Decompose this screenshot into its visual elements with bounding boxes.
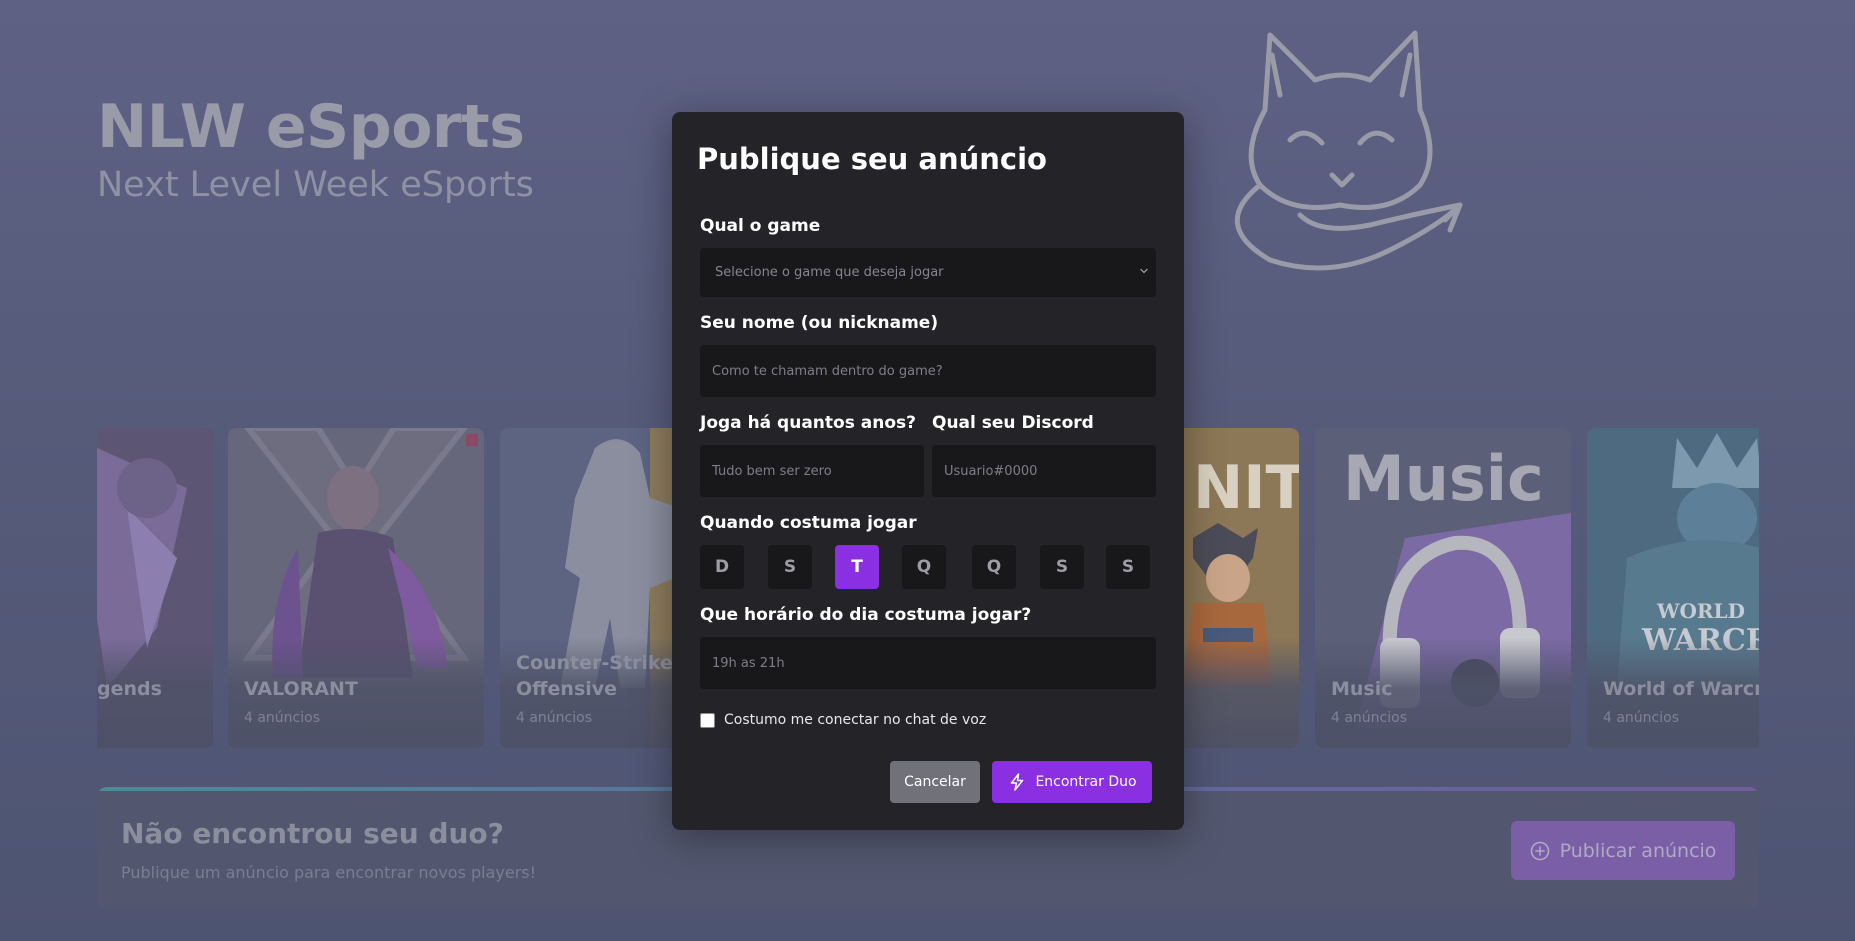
years-label: Joga há quantos anos? [700, 413, 916, 433]
game-card-lol[interactable]: gends [97, 428, 213, 748]
discord-input[interactable] [932, 445, 1156, 497]
day-toggle-wednesday[interactable]: Q [902, 545, 946, 589]
day-toggle-friday[interactable]: S [1040, 545, 1084, 589]
banner-subtitle: Publique um anúncio para encontrar novos… [121, 863, 537, 882]
hours-input[interactable] [700, 637, 1156, 689]
game-ads-count: 4 anúncios [1331, 710, 1408, 726]
day-toggle-tuesday[interactable]: T [835, 545, 879, 589]
game-label: Qual o game [700, 216, 821, 236]
cancel-button[interactable]: Cancelar [890, 761, 980, 803]
voice-chat-option[interactable]: Costumo me conectar no chat de voz [700, 712, 986, 728]
game-name: Music [1331, 678, 1393, 700]
discord-label: Qual seu Discord [932, 413, 1094, 433]
game-ads-count: 4 anúncios [1603, 710, 1680, 726]
publish-ad-button[interactable]: Publicar anúncio [1511, 821, 1735, 880]
find-duo-label: Encontrar Duo [1035, 774, 1137, 790]
game-select[interactable]: Selecione o game que deseja jogar [700, 248, 1156, 297]
chevron-down-icon [1140, 268, 1148, 274]
svg-text:NITE: NITE [1193, 453, 1299, 523]
day-toggle-monday[interactable]: S [768, 545, 812, 589]
game-ads-count: 4 anúncios [244, 710, 321, 726]
name-input[interactable] [700, 345, 1156, 397]
game-name: World of Warcraft [1603, 678, 1759, 700]
weekday-toggle-group: D S T Q Q S S [700, 545, 1156, 589]
voice-chat-label: Costumo me conectar no chat de voz [724, 712, 987, 728]
game-ads-count: 4 anúncios [516, 710, 593, 726]
game-card-wow[interactable]: WORLD WARCRAFT World of Warcraft 4 anúnc… [1587, 428, 1759, 748]
banner-title: Não encontrou seu duo? [121, 817, 504, 850]
days-label: Quando costuma jogar [700, 513, 917, 533]
name-label: Seu nome (ou nickname) [700, 313, 939, 333]
modal-title: Publique seu anúncio [697, 142, 1047, 176]
hero-title: NLW eSports [97, 92, 525, 162]
years-input[interactable] [700, 445, 924, 497]
game-name: gends [97, 678, 162, 700]
create-ad-modal: Publique seu anúncio Qual o game Selecio… [672, 112, 1184, 830]
find-duo-button[interactable]: Encontrar Duo [992, 761, 1152, 803]
day-toggle-thursday[interactable]: Q [972, 545, 1016, 589]
game-card-music[interactable]: Music Music 4 anúncios [1315, 428, 1571, 748]
hero-subtitle: Next Level Week eSports [97, 165, 534, 205]
game-select-placeholder: Selecione o game que deseja jogar [715, 265, 944, 280]
voice-chat-checkbox[interactable] [700, 712, 715, 728]
day-toggle-sunday[interactable]: D [700, 545, 744, 589]
fox-logo [1234, 30, 1463, 271]
plus-circle-icon [1530, 841, 1549, 860]
day-toggle-saturday[interactable]: S [1106, 545, 1150, 589]
lightning-icon [1011, 773, 1024, 791]
svg-text:Music: Music [1343, 442, 1544, 515]
game-name: VALORANT [244, 678, 358, 700]
publish-ad-label: Publicar anúncio [1559, 839, 1717, 862]
game-card-valorant[interactable]: VALORANT 4 anúncios [228, 428, 484, 748]
hours-label: Que horário do dia costuma jogar? [700, 605, 1032, 625]
svg-text:WORLD: WORLD [1656, 599, 1745, 623]
